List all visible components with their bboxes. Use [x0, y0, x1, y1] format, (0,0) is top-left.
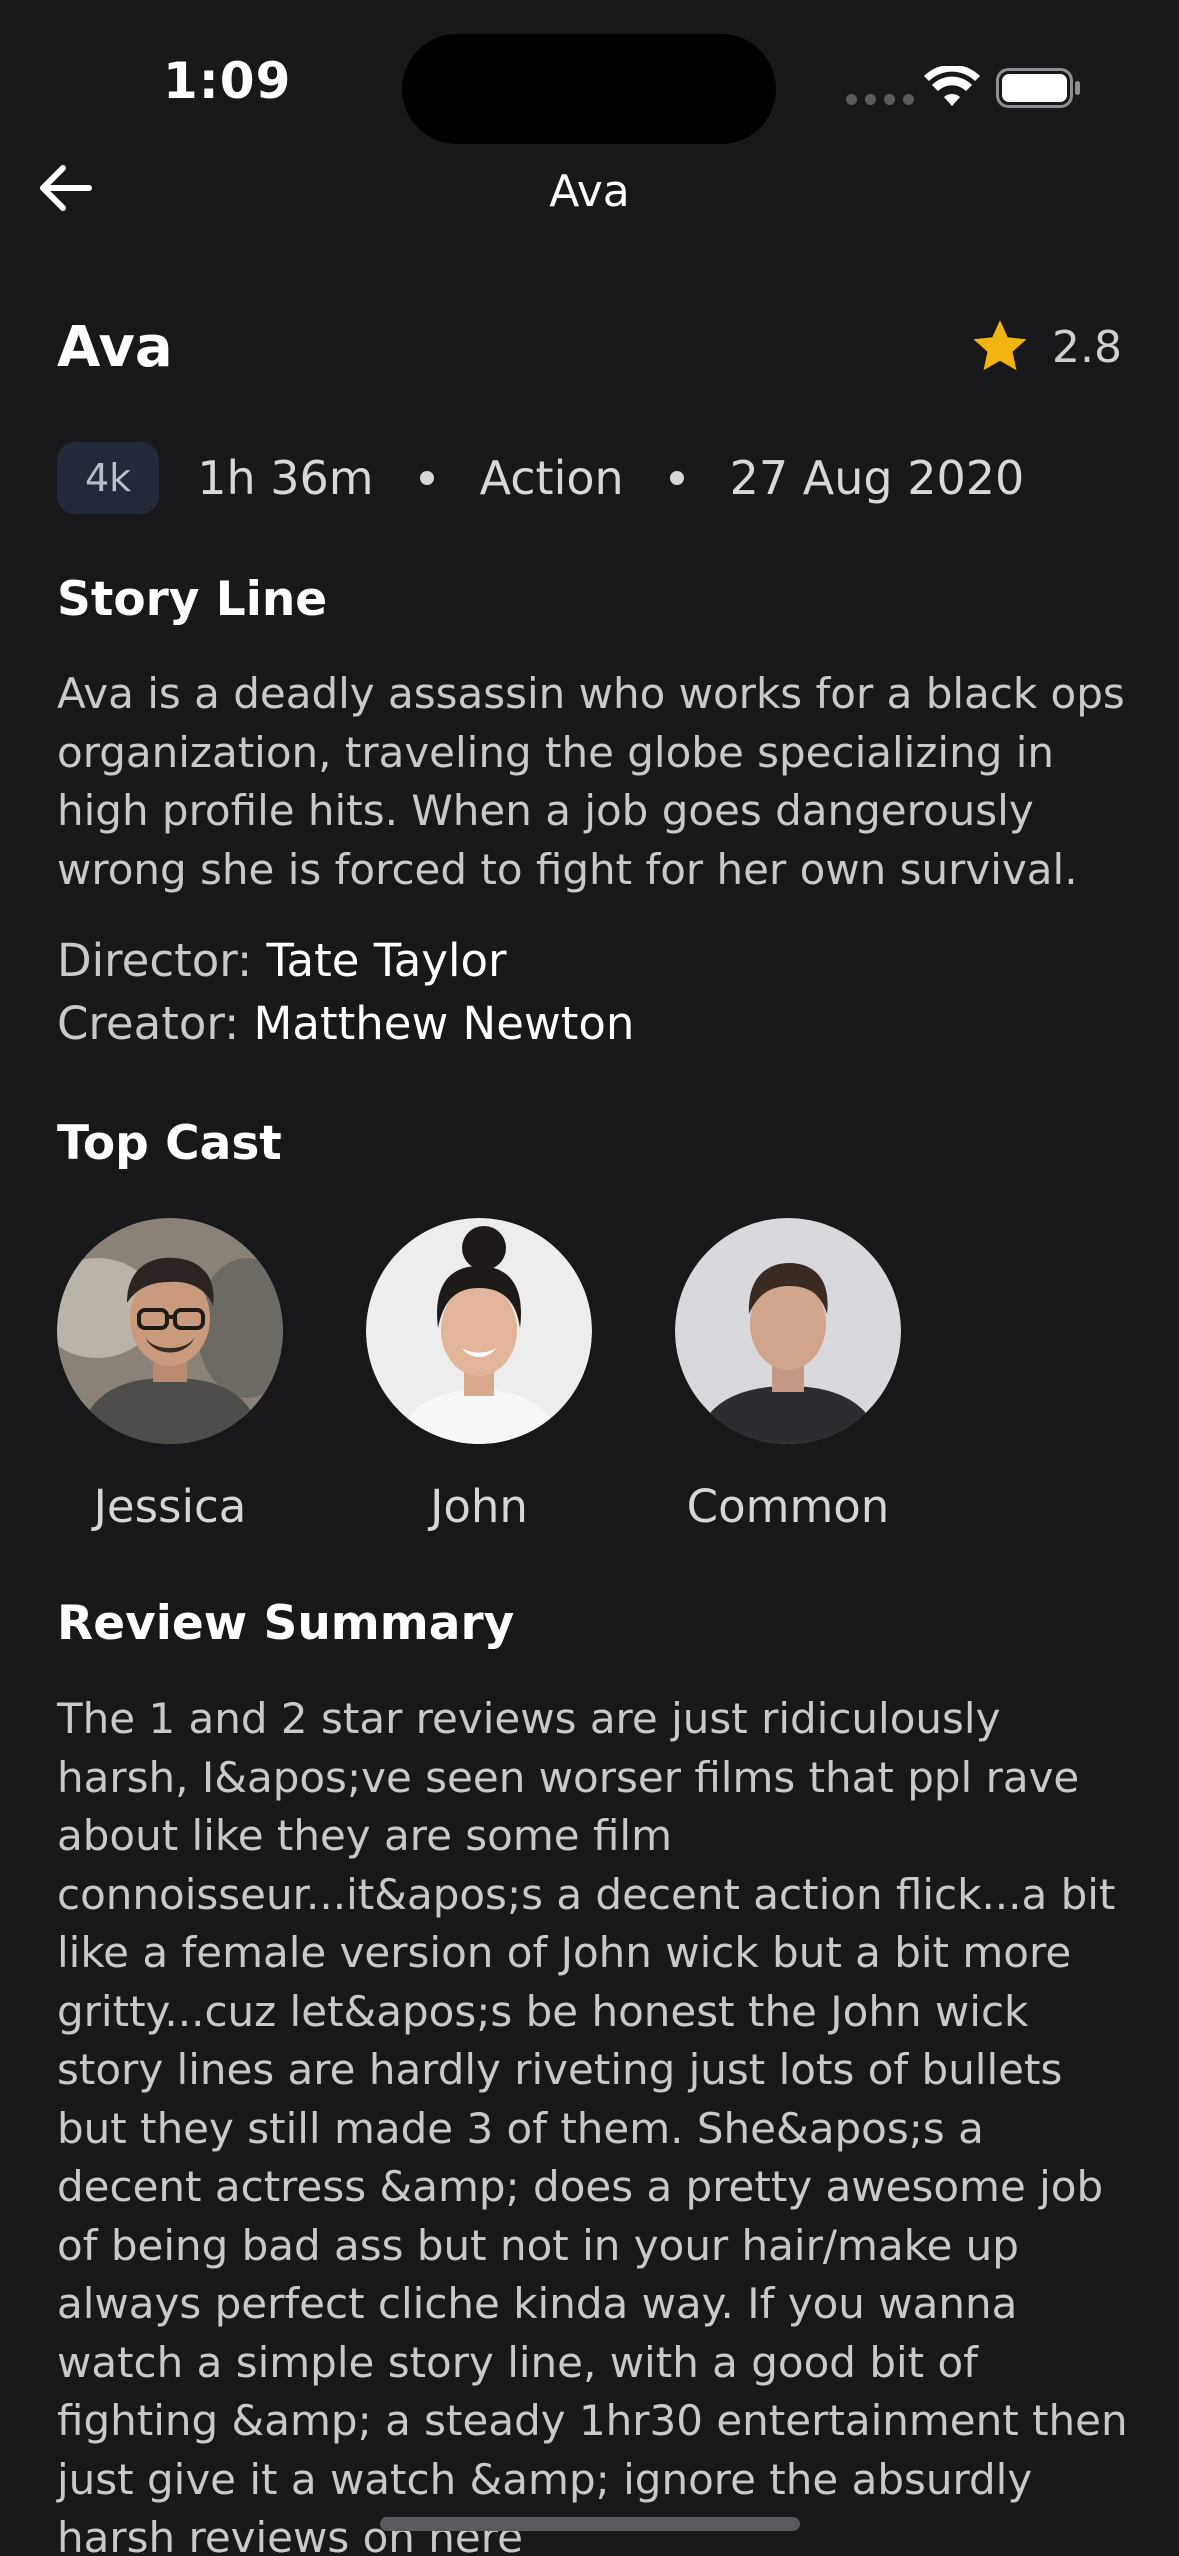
- duration: 1h 36m: [197, 451, 374, 505]
- star-icon: [973, 320, 1027, 371]
- story-line-heading: Story Line: [57, 572, 328, 627]
- release-date: 27 Aug 2020: [729, 451, 1025, 505]
- cast-member[interactable]: Common: [675, 1218, 901, 1533]
- home-indicator[interactable]: [380, 2517, 800, 2531]
- movie-detail-screen: 1:09 Ava Ava 2.8 4k 1h 36m Action 27 Aug…: [0, 0, 1179, 2556]
- cast-member[interactable]: Jessica: [57, 1218, 283, 1533]
- dynamic-island: [402, 34, 776, 144]
- review-summary-heading: Review Summary: [57, 1596, 515, 1651]
- creator-label: Creator:: [57, 997, 254, 1050]
- avatar: [57, 1218, 283, 1444]
- cast-name: John: [430, 1480, 528, 1533]
- story-line-text: Ava is a deadly assassin who works for a…: [57, 669, 1125, 894]
- director-credit: Director: Tate Taylor: [57, 934, 506, 987]
- review-summary-text: The 1 and 2 star reviews are just ridicu…: [57, 1694, 1128, 2556]
- cellular-signal-icon: [846, 94, 914, 105]
- rating-value: 2.8: [1052, 321, 1122, 373]
- status-time: 1:09: [163, 52, 292, 110]
- cast-name: Common: [686, 1480, 890, 1533]
- director-name: Tate Taylor: [266, 934, 507, 987]
- avatar: [675, 1218, 901, 1444]
- avatar: [366, 1218, 592, 1444]
- quality-badge: 4k: [57, 442, 160, 514]
- director-label: Director:: [57, 934, 267, 987]
- cast-member[interactable]: John: [366, 1218, 592, 1533]
- movie-title: Ava: [57, 315, 173, 380]
- cast-name: Jessica: [93, 1480, 247, 1533]
- rating: 2.8: [970, 318, 1122, 376]
- battery-icon: [996, 68, 1080, 108]
- movie-meta-row: 4k 1h 36m Action 27 Aug 2020: [57, 442, 1024, 514]
- top-cast-heading: Top Cast: [57, 1116, 282, 1171]
- genre: Action: [479, 451, 624, 505]
- creator-credit: Creator: Matthew Newton: [57, 997, 634, 1050]
- nav-title: Ava: [549, 166, 630, 217]
- creator-name: Matthew Newton: [253, 997, 635, 1050]
- wifi-icon: [924, 66, 980, 106]
- separator-dot: [419, 471, 434, 485]
- separator-dot: [669, 471, 684, 485]
